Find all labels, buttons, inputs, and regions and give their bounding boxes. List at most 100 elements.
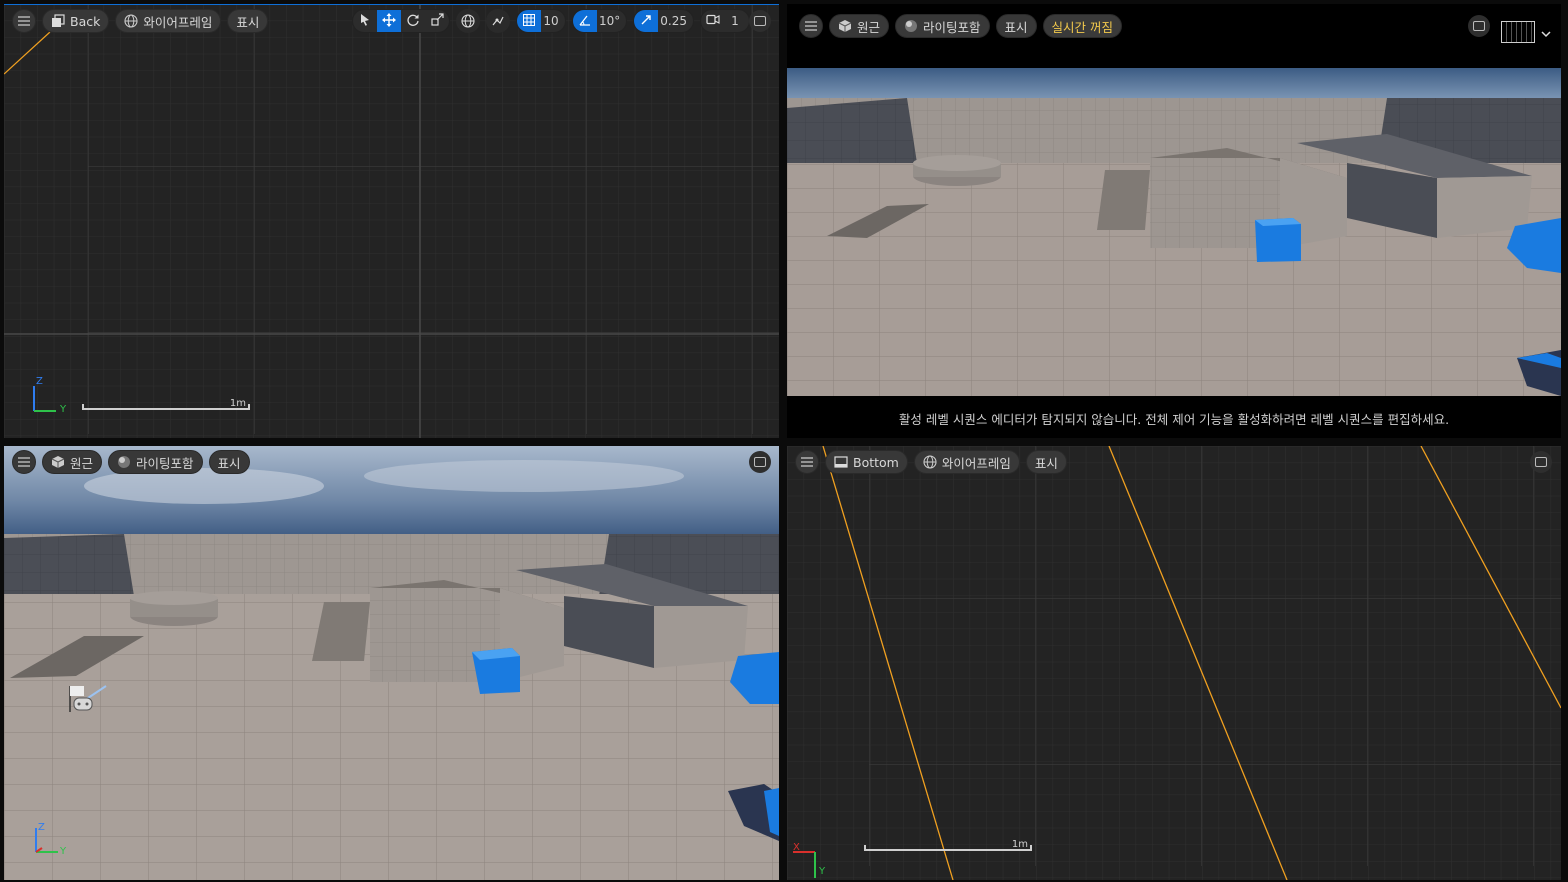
surface-snap-icon [491,14,505,28]
axis-gizmo: X Y [789,842,829,880]
show-button[interactable]: 표시 [1025,450,1067,474]
ortho-view-icon [51,14,65,28]
rotate-snap-group: 10° [572,9,628,33]
viewport-perspective-bottom[interactable]: 원근 라이팅포함 표시 Z Y [4,446,779,880]
viewport-menu-button[interactable] [12,450,36,474]
perspective-cube-icon [838,19,852,33]
sequencer-message: 활성 레벨 시퀀스 에디터가 탐지되지 않습니다. 전체 제어 기능을 활성화하… [898,412,1450,427]
view-mode-button[interactable]: 와이어프레임 [913,450,1020,474]
view-mode-button[interactable]: 와이어프레임 [115,9,222,33]
scale-snap-group: 0.25 [633,9,694,33]
camera-icon [706,14,720,28]
scale-label: 1m [1011,839,1028,850]
cursor-icon [360,13,371,29]
view-type-label: 원근 [857,19,881,35]
world-local-button[interactable] [456,9,480,33]
lighting-mode-button[interactable]: 라이팅포함 [108,450,203,474]
lighting-mode-button[interactable]: 라이팅포함 [895,14,990,38]
wireframe-grid [4,4,779,438]
scale-bar: 1m [864,839,1032,853]
maximize-viewport-button[interactable] [1468,15,1490,37]
camera-speed-icon-wrap [701,10,725,32]
hamburger-icon [804,19,818,33]
axis-gizmo: Z Y [30,376,70,418]
maximize-icon [1473,21,1485,31]
move-arrows-icon [382,12,396,30]
view-type-label: Back [70,13,101,29]
show-label: 표시 [1004,19,1028,35]
scene-render [787,68,1561,396]
viewport-layout-icon [1501,21,1535,43]
lighting-mode-label: 라이팅포함 [923,19,981,35]
view-type-button[interactable]: 원근 [42,450,103,474]
rotate-snap-toggle[interactable] [573,10,597,32]
wireframe-globe-icon [923,455,937,469]
show-label: 표시 [236,14,260,30]
axis-z-label: Z [38,822,45,833]
maximize-icon [754,457,766,467]
hamburger-icon [800,455,814,469]
angle-icon [579,14,591,29]
scale-icon [430,13,444,29]
grid-snap-group: 10 [516,9,566,33]
select-tool-button[interactable] [353,10,377,32]
grid-snap-toggle[interactable] [517,10,541,32]
view-mode-label: 와이어프레임 [143,14,213,30]
axis-y-label: Y [60,404,67,415]
rotate-tool-button[interactable] [401,10,425,32]
axis-z-label: Z [36,376,43,387]
maximize-viewport-button[interactable] [749,10,771,32]
scale-snap-icon [640,14,652,29]
show-button[interactable]: 표시 [227,9,269,33]
scale-label: 1m [229,398,246,409]
view-type-button[interactable]: 원근 [829,14,890,38]
axis-gizmo: Z Y [30,822,70,862]
show-label: 표시 [217,455,241,471]
camera-speed-group[interactable]: 1 [700,9,750,33]
surface-snap-button[interactable] [486,9,510,33]
realtime-label: 실시간 꺼짐 [1051,19,1114,35]
viewport-menu-button[interactable] [799,14,823,38]
maximize-viewport-button[interactable] [1530,451,1552,473]
transform-tools [352,9,450,33]
view-mode-label: 와이어프레임 [941,455,1011,471]
rotate-icon [406,13,420,30]
hamburger-icon [17,455,31,469]
lit-sphere-icon [117,455,131,469]
perspective-cube-icon [51,455,65,469]
viewport-menu-button[interactable] [12,9,36,33]
maximize-icon [1535,457,1547,467]
viewport-back[interactable]: Back 와이어프레임 표시 10 10° 0.25 1 Z Y 1m [4,4,779,438]
view-type-label: 원근 [70,455,94,471]
wireframe-globe-icon [124,14,138,28]
view-type-button[interactable]: Back [42,9,110,33]
maximize-icon [754,16,766,26]
viewport-bottom[interactable]: Bottom 와이어프레임 표시 X Y 1m [787,446,1561,880]
viewport-menu-button[interactable] [795,450,819,474]
axis-x-label: X [793,842,800,853]
realtime-off-badge[interactable]: 실시간 꺼짐 [1042,14,1123,38]
view-type-button[interactable]: Bottom [825,450,908,474]
rotate-snap-value[interactable]: 10° [597,10,626,32]
show-button[interactable]: 표시 [995,14,1037,38]
globe-icon [461,14,475,28]
axis-y-label: Y [819,866,826,877]
scale-tool-button[interactable] [425,10,449,32]
layout-dropdown[interactable] [1501,18,1555,46]
translate-tool-button[interactable] [377,10,401,32]
player-start-icon[interactable] [66,682,110,716]
show-label: 표시 [1034,455,1058,471]
bottom-view-icon [834,455,848,469]
grid-snap-value[interactable]: 10 [541,10,565,32]
lighting-mode-label: 라이팅포함 [136,455,194,471]
scale-snap-value[interactable]: 0.25 [658,10,693,32]
show-button[interactable]: 표시 [208,450,250,474]
scale-bar: 1m [82,398,250,412]
maximize-viewport-button[interactable] [749,451,771,473]
scene-render [4,446,779,880]
hamburger-icon [17,14,31,28]
scale-snap-toggle[interactable] [634,10,659,32]
viewport-perspective-main[interactable]: 원근 라이팅포함 표시 실시간 꺼짐 활성 레벨 시퀀스 에디터가 탐지되지 않… [787,4,1561,438]
axis-y-label: Y [60,846,67,857]
chevron-down-icon [1541,23,1551,42]
